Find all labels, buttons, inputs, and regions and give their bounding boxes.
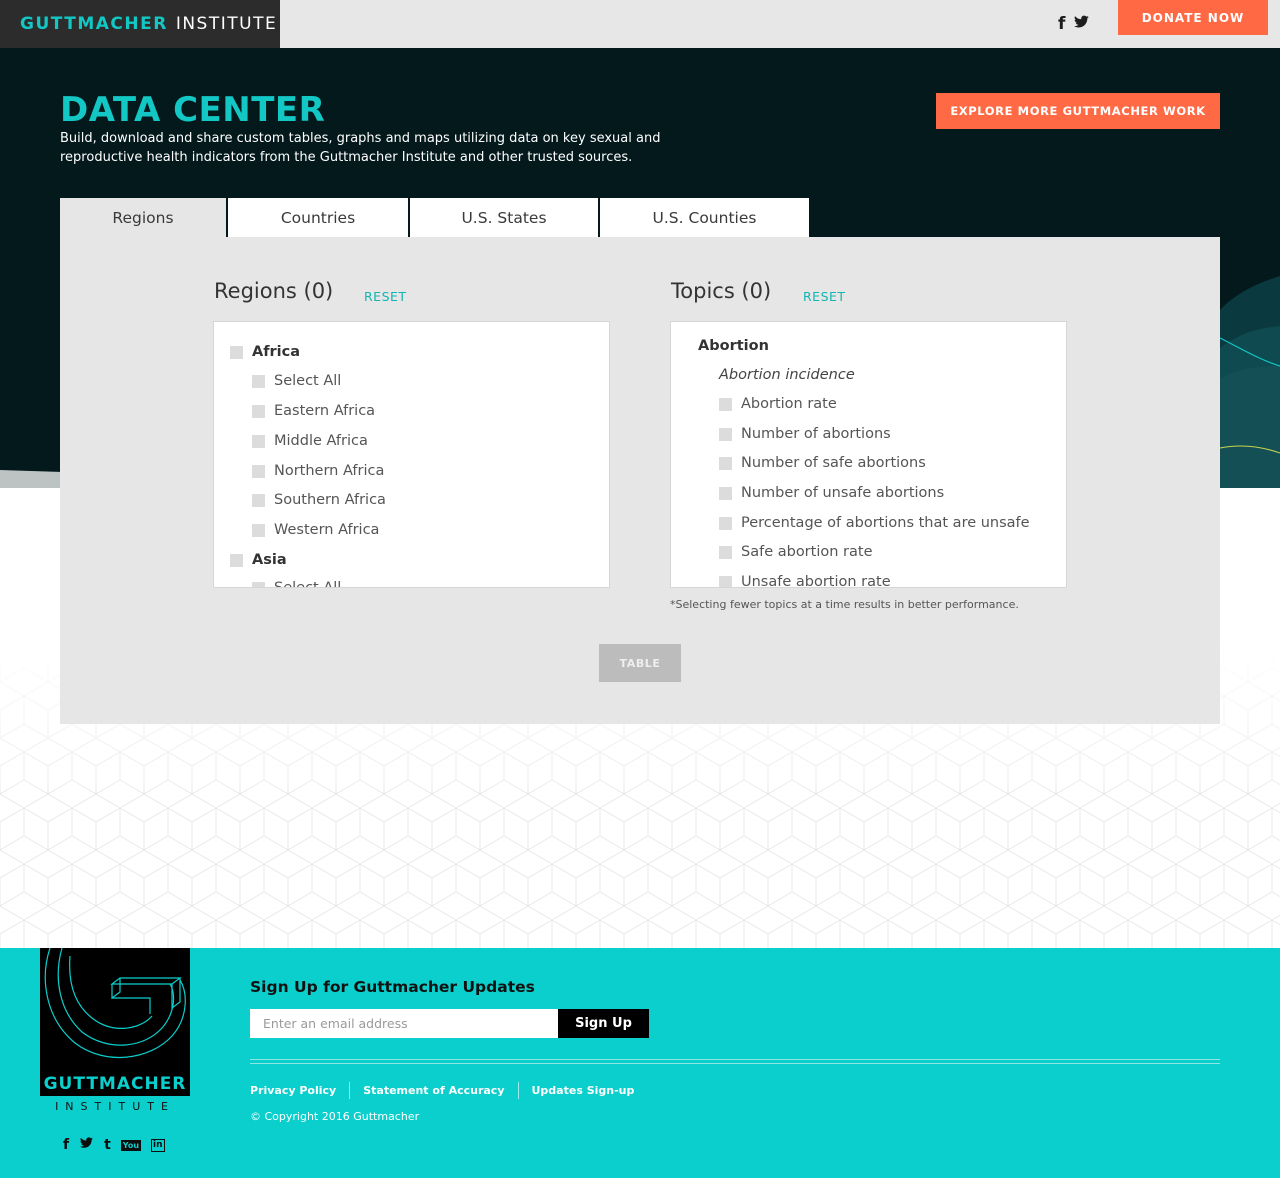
checkbox[interactable] [252, 434, 265, 448]
list-item[interactable]: Middle Africa [252, 433, 368, 449]
list-item[interactable]: Select All [252, 373, 341, 389]
region-label: Asia [252, 552, 287, 568]
footer-links: Privacy Policy Statement of Accuracy Upd… [250, 1082, 634, 1099]
checkbox[interactable] [252, 581, 265, 587]
checkbox[interactable] [252, 523, 265, 537]
topic-label: Number of abortions [741, 426, 891, 442]
email-field[interactable] [250, 1009, 558, 1038]
list-item[interactable]: Asia [230, 552, 287, 568]
checkbox[interactable] [719, 427, 732, 441]
topic-label: Unsafe abortion rate [741, 574, 891, 588]
table-button[interactable]: TABLE [599, 644, 681, 682]
performance-note: *Selecting fewer topics at a time result… [670, 598, 1019, 611]
explore-more-button[interactable]: EXPLORE MORE GUTTMACHER WORK [936, 93, 1220, 129]
link-separator [517, 1082, 519, 1099]
newsletter-heading: Sign Up for Guttmacher Updates [250, 978, 535, 996]
checkbox[interactable] [230, 553, 243, 567]
top-bar: GUTTMACHER INSTITUTE f DONATE NOW [0, 0, 1280, 48]
region-label: Africa [252, 344, 301, 360]
regions-heading: Regions (0) [214, 279, 334, 303]
list-item[interactable]: Number of abortions [719, 426, 891, 442]
facebook-icon[interactable]: f [1058, 14, 1065, 35]
region-label: Select All [274, 373, 342, 389]
region-label: Northern Africa [274, 463, 385, 479]
checkbox[interactable] [719, 575, 732, 587]
topics-list[interactable]: Abortion Abortion incidence Abortion rat… [670, 321, 1067, 588]
site-footer: GUTTMACHER INSTITUTE f t You in Sign Up … [0, 947, 1280, 1178]
regions-reset-link[interactable]: RESET [364, 289, 407, 304]
geography-tabs: Regions Countries U.S. States U.S. Count… [60, 198, 809, 237]
list-item[interactable]: Abortion rate [719, 396, 837, 412]
list-item[interactable]: Unsafe abortion rate [719, 574, 891, 588]
topics-reset-link[interactable]: RESET [803, 289, 846, 304]
topic-label: Safe abortion rate [741, 544, 873, 560]
tab-us-states[interactable]: U.S. States [408, 198, 598, 237]
list-item[interactable]: Southern Africa [252, 492, 386, 508]
topic-subcategory: Abortion incidence [719, 367, 855, 383]
checkbox[interactable] [719, 397, 732, 411]
checkbox[interactable] [230, 345, 243, 359]
region-label: Western Africa [274, 522, 380, 538]
list-item[interactable]: Number of safe abortions [719, 455, 926, 471]
list-item[interactable]: Eastern Africa [252, 403, 375, 419]
topic-category-label: Abortion [698, 338, 769, 354]
regions-list[interactable]: Africa Select All Eastern Africa Middle … [213, 321, 610, 588]
tab-regions[interactable]: Regions [60, 198, 226, 237]
footer-logo-word: GUTTMACHER [43, 1074, 187, 1094]
logo-primary: GUTTMACHER [20, 14, 168, 34]
tab-countries[interactable]: Countries [226, 198, 408, 237]
link-separator [349, 1082, 351, 1099]
checkbox[interactable] [252, 493, 265, 507]
checkbox[interactable] [252, 404, 265, 418]
header-social-links: f [1058, 14, 1090, 35]
linkedin-icon[interactable]: in [151, 1138, 165, 1152]
checkbox[interactable] [252, 374, 265, 388]
region-label: Select All [274, 580, 342, 588]
topic-label: Number of unsafe abortions [741, 485, 945, 501]
checkbox[interactable] [719, 545, 732, 559]
list-item[interactable]: Percentage of abortions that are unsafe [719, 515, 1030, 531]
checkbox[interactable] [719, 456, 732, 470]
updates-signup-link[interactable]: Updates Sign-up [532, 1084, 635, 1097]
copyright-text: © Copyright 2016 Guttmacher [250, 1110, 420, 1123]
region-label: Middle Africa [274, 433, 368, 449]
page-title: DATA CENTER [60, 90, 326, 130]
region-label: Eastern Africa [274, 403, 376, 419]
list-item[interactable]: Select All [252, 580, 342, 588]
topic-label: Percentage of abortions that are unsafe [741, 515, 1030, 531]
logo-secondary: INSTITUTE [175, 14, 278, 34]
site-logo[interactable]: GUTTMACHER INSTITUTE [0, 0, 280, 48]
list-item[interactable]: Number of unsafe abortions [719, 485, 944, 501]
footer-social-links: f t You in [63, 1136, 165, 1154]
footer-divider [250, 1059, 1220, 1060]
list-item[interactable]: Northern Africa [252, 463, 384, 479]
donate-now-button[interactable]: DONATE NOW [1118, 0, 1268, 35]
selection-panel: Regions (0) RESET Africa Select All East… [60, 237, 1220, 724]
tumblr-icon[interactable]: t [104, 1137, 111, 1153]
footer-divider [250, 1063, 1220, 1064]
twitter-icon[interactable] [79, 1136, 94, 1154]
statement-of-accuracy-link[interactable]: Statement of Accuracy [363, 1084, 504, 1097]
sign-up-button[interactable]: Sign Up [558, 1009, 649, 1038]
checkbox[interactable] [719, 486, 732, 500]
facebook-icon[interactable]: f [63, 1137, 69, 1153]
list-item[interactable]: Safe abortion rate [719, 544, 872, 560]
guttmacher-g-logo-icon [44, 947, 186, 1059]
region-label: Southern Africa [274, 492, 386, 508]
youtube-icon[interactable]: You [120, 1139, 142, 1151]
topic-label: Abortion rate [741, 396, 837, 412]
footer-logo-institute: INSTITUTE [55, 1100, 175, 1113]
list-item[interactable]: Africa [230, 344, 300, 360]
checkbox[interactable] [719, 516, 732, 530]
topic-subcategory-label: Abortion incidence [719, 367, 855, 383]
page-description: Build, download and share custom tables,… [60, 131, 661, 165]
tab-us-counties[interactable]: U.S. Counties [598, 198, 809, 237]
list-item[interactable]: Western Africa [252, 522, 379, 538]
twitter-icon[interactable] [1073, 14, 1090, 35]
privacy-policy-link[interactable]: Privacy Policy [250, 1084, 336, 1097]
checkbox[interactable] [252, 464, 265, 478]
topic-category: Abortion [698, 338, 769, 354]
topics-heading: Topics (0) [671, 279, 772, 303]
topic-label: Number of safe abortions [741, 455, 926, 471]
